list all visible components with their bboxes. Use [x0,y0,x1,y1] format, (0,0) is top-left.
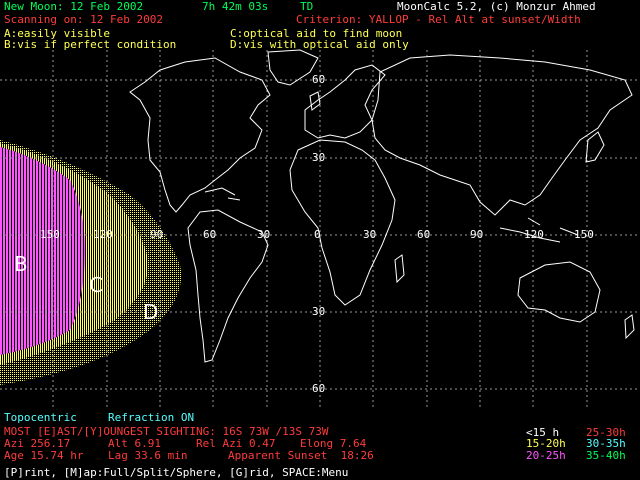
coast-new-zealand [624,314,635,340]
scanning-date: Scanning on: 12 Feb 2002 [4,13,163,26]
coast-madagascar [394,254,405,284]
command-bar[interactable]: [P]rint, [M]ap:Full/Split/Sphere, [G]rid… [4,466,348,479]
criterion: Criterion: YALLOP - Rel Alt at sunset/Wi… [296,13,581,26]
lon-label: 120 [93,228,113,241]
lat-label: 60 [312,73,325,86]
coast-asia [371,54,633,216]
moon-lag: Lag 33.6 min [108,449,188,462]
lon-label: 120 [524,228,544,241]
zone-label-c: C [89,273,103,297]
coastlines [129,49,635,363]
lon-label: 90 [150,228,163,241]
refraction-status: Refraction ON [108,411,195,424]
mooncalc-screen: 150 120 90 60 30 0 30 60 90 120 150 60 3… [0,0,640,480]
new-moon-time: 7h 42m 03s [202,0,269,13]
coast-south-america [187,209,269,363]
world-visibility-map[interactable]: 150 120 90 60 30 0 30 60 90 120 150 60 3… [0,0,640,480]
coast-caribbean [204,187,241,201]
legend-d: D:vis with optical aid only [230,38,409,51]
lat-label: 60 [312,382,325,395]
lon-label: 150 [40,228,60,241]
lon-label: 150 [574,228,594,241]
legend-b: B:vis if perfect condition [4,38,177,51]
coast-british-isles [309,91,321,111]
age-key-20-25: 20-25h [526,449,566,462]
zone-label-b: B [14,252,28,276]
moon-age: Age 15.74 hr [4,449,84,462]
lat-label: 30 [312,305,325,318]
lon-label: 60 [203,228,216,241]
apparent-sunset: Apparent Sunset 18:26 [228,449,374,462]
lon-label: 90 [470,228,483,241]
new-moon-date: New Moon: 12 Feb 2002 [4,0,144,13]
lon-label: 30 [363,228,376,241]
coast-africa [289,139,396,306]
lon-label: 30 [257,228,270,241]
age-key-35-40: 35-40h [586,449,626,462]
lon-label: 0 [314,228,321,241]
app-title: MoonCalc 5.2, (c) Monzur Ahmed [397,0,596,13]
zone-label-d: D [143,300,158,324]
time-scale: TD [300,0,314,13]
lat-label: 30 [312,151,325,164]
coast-australia [517,261,601,323]
mode-topocentric: Topocentric [4,411,77,424]
lon-label: 60 [417,228,430,241]
coast-north-america [129,57,271,213]
